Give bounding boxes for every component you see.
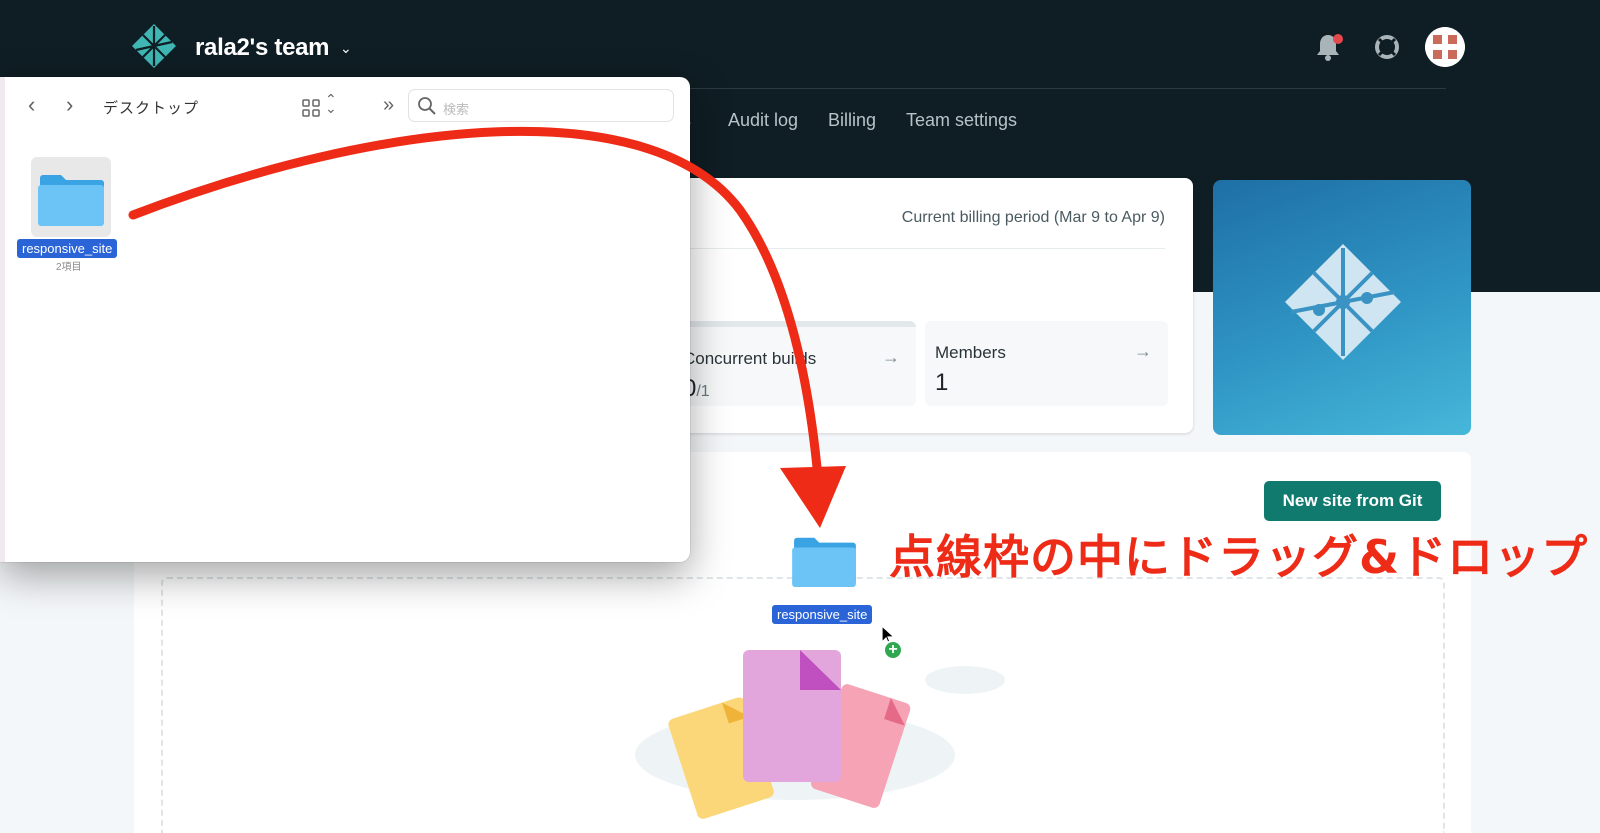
search-placeholder: 検索: [443, 102, 470, 117]
concurrent-builds-stat[interactable]: Concurrent builds → 0/1: [673, 321, 916, 406]
forward-chevron-icon[interactable]: ›: [66, 92, 73, 118]
members-stat[interactable]: Members → 1: [925, 321, 1168, 406]
billing-period: Current billing period (Mar 9 to Apr 9): [901, 209, 1165, 226]
finder-title: デスクトップ: [103, 100, 200, 117]
new-site-from-git-button[interactable]: New site from Git: [1264, 481, 1441, 521]
help-lifebuoy-icon[interactable]: [1373, 33, 1401, 61]
more-toolbar-icon[interactable]: »: [383, 94, 394, 117]
tab-team-settings[interactable]: Team settings: [906, 110, 1017, 131]
netlify-logo-icon[interactable]: [130, 22, 178, 70]
team-switcher-chevron-icon[interactable]: ⌄: [340, 40, 352, 57]
netlify-logo-icon: [1285, 244, 1401, 360]
annotation-text: 点線枠の中にドラッグ&ドロップ: [889, 530, 1589, 584]
copy-plus-icon: +: [883, 640, 903, 660]
search-icon: [418, 97, 436, 115]
team-name[interactable]: rala2's team: [195, 34, 330, 62]
finder-window[interactable]: ‹ › デスクトップ ⌃ ⌄ » 検索 responsive_site 2項目: [0, 77, 690, 562]
dragged-folder-icon[interactable]: [790, 532, 858, 588]
stat-label: Concurrent builds: [683, 349, 817, 368]
folder-icon[interactable]: [37, 169, 105, 227]
finder-sidebar-edge: [0, 77, 5, 562]
stat-label: Members: [935, 343, 1006, 362]
arrow-right-icon[interactable]: →: [1134, 341, 1152, 362]
grid-view-icon[interactable]: [301, 98, 321, 118]
folder-item-count: 2項目: [56, 262, 82, 273]
folder-name-label[interactable]: responsive_site: [17, 239, 118, 258]
sort-updown-icon[interactable]: ⌃ ⌄: [325, 92, 337, 115]
stat-value: 1: [935, 369, 949, 396]
back-chevron-icon[interactable]: ‹: [28, 92, 35, 118]
tab-audit-log[interactable]: Audit log: [728, 110, 798, 131]
notification-dot: [1333, 34, 1343, 44]
dragged-folder-label: responsive_site: [772, 605, 873, 624]
header-divider: [690, 88, 1446, 89]
tab-billing[interactable]: Billing: [828, 110, 876, 131]
arrow-right-icon[interactable]: →: [882, 347, 900, 368]
avatar[interactable]: [1425, 27, 1465, 67]
upload-illustration: [635, 650, 1005, 819]
finder-search-input[interactable]: 検索: [408, 89, 674, 122]
promo-card: [1213, 180, 1471, 435]
